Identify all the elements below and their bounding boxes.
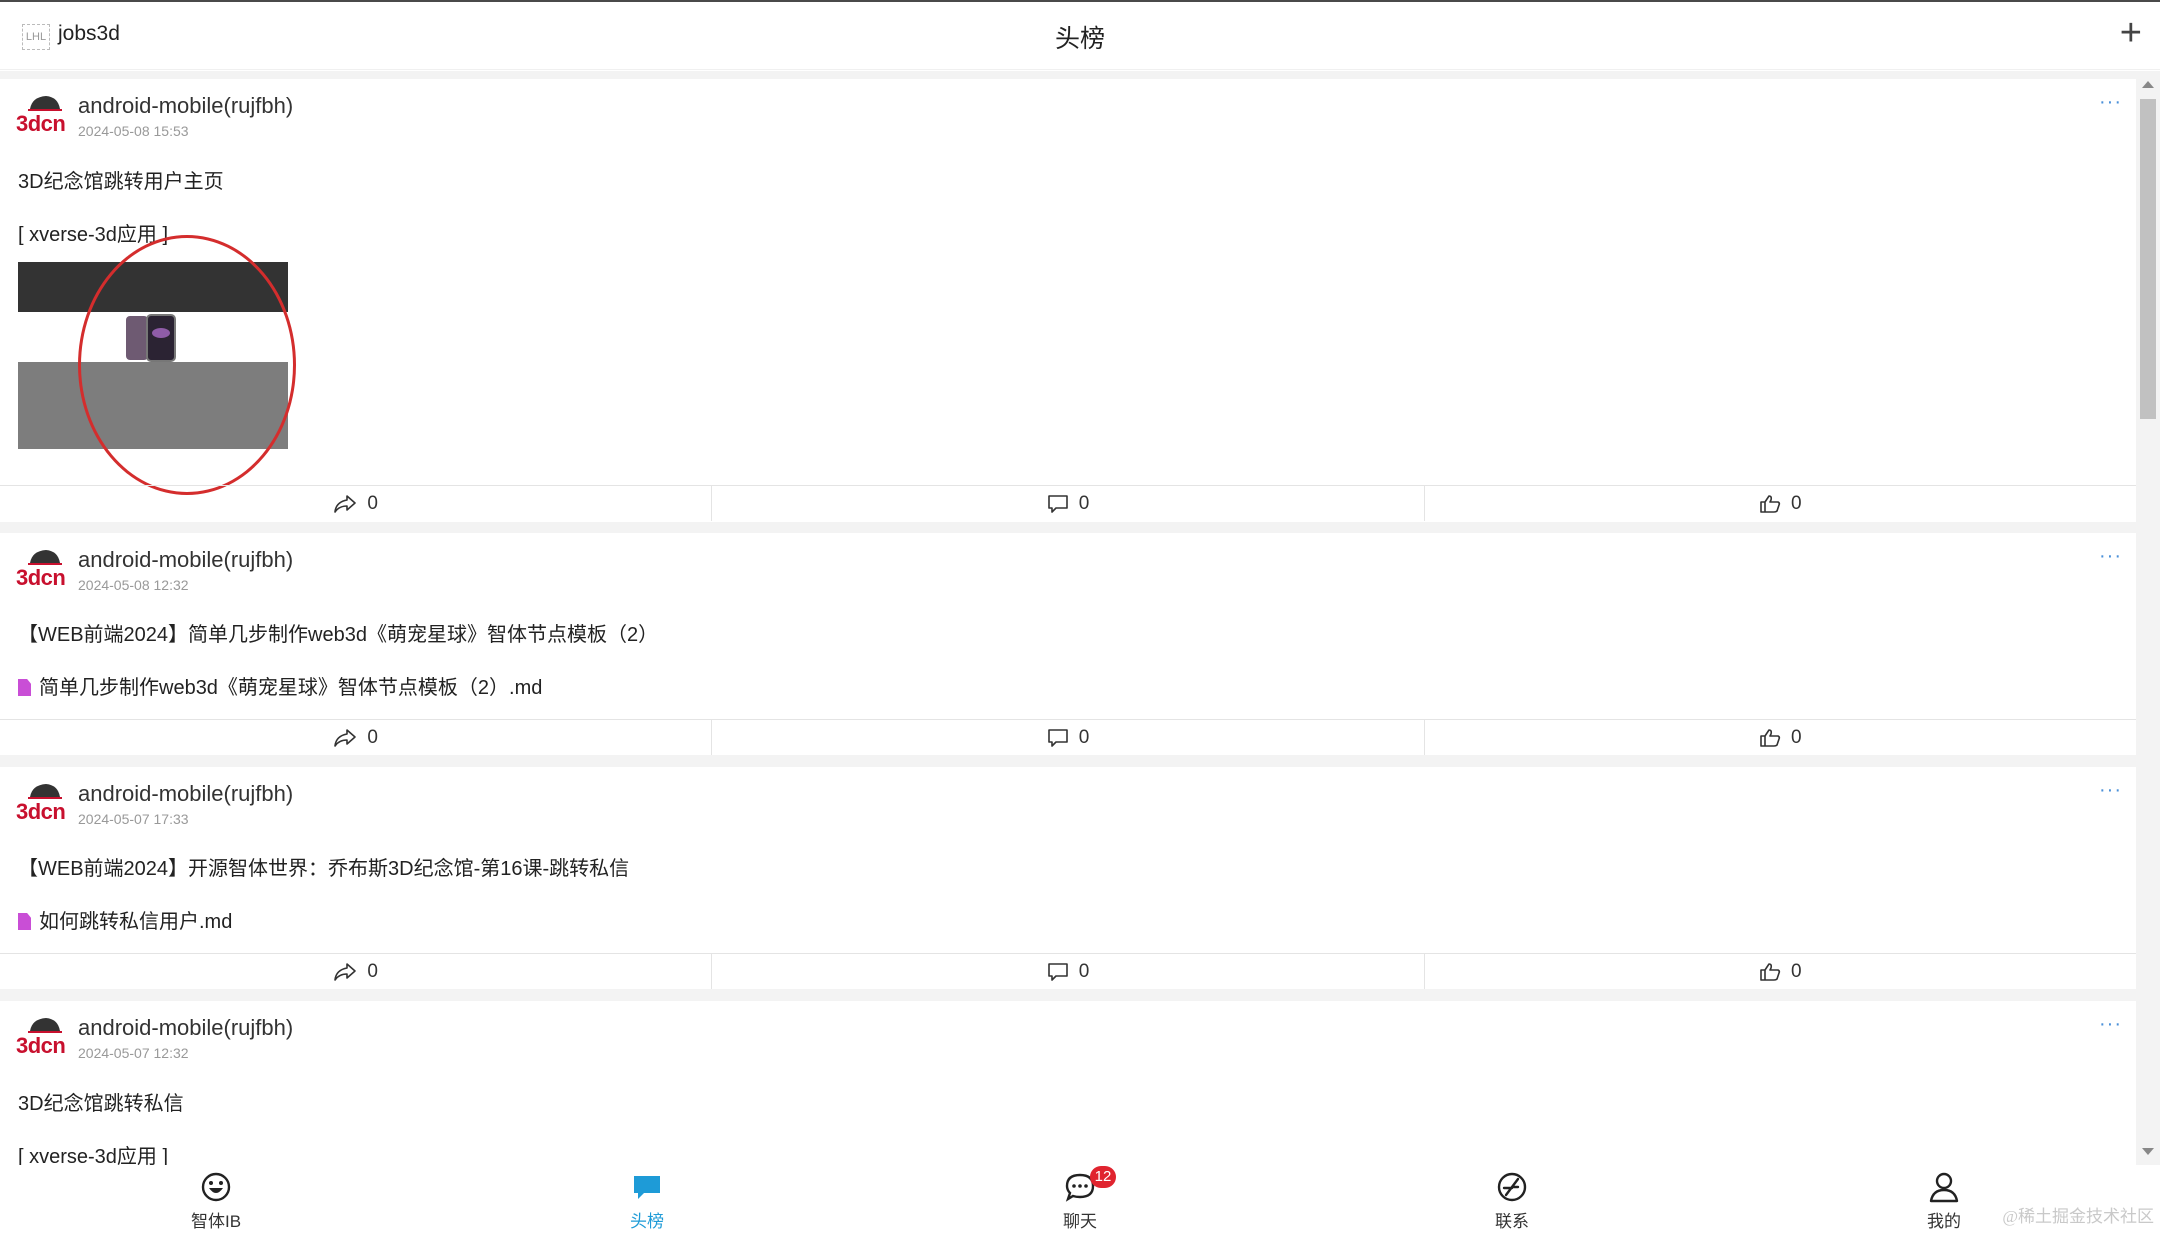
share-button[interactable]: 0 (0, 720, 711, 755)
thumbs-up-icon (1760, 494, 1781, 513)
more-options-button[interactable]: ··· (2099, 779, 2122, 802)
more-options-button[interactable]: ··· (2099, 545, 2122, 568)
tab-label: 头榜 (630, 1212, 664, 1231)
avatar-text: 3dcn (16, 111, 66, 136)
like-button[interactable]: 0 (1423, 954, 2136, 989)
attachment-name: 如何跳转私信用户.md (39, 911, 233, 933)
avatar[interactable]: 3dcn (16, 547, 66, 593)
share-icon (334, 494, 357, 513)
post-card: 3dcn android-mobile(rujfbh) 2024-05-07 1… (0, 1001, 2136, 1165)
avatar[interactable]: 3dcn (16, 1015, 66, 1061)
thumbs-up-icon (1760, 728, 1781, 747)
scrollbar-thumb[interactable] (2140, 99, 2156, 419)
tab-zhiti[interactable]: 智体IB (156, 1165, 276, 1239)
comment-button[interactable]: 0 (711, 720, 1423, 755)
attachment-name: 简单几步制作web3d《萌宠星球》智体节点模板（2）.md (39, 677, 543, 699)
more-options-button[interactable]: ··· (2099, 1013, 2122, 1036)
attachment-link[interactable]: 如何跳转私信用户.md (18, 905, 232, 934)
watermark: @稀土掘金技术社区 (2002, 1207, 2154, 1226)
comment-count: 0 (1078, 726, 1090, 748)
post-text: 【WEB前端2024】开源智体世界：乔布斯3D纪念馆-第16课-跳转私信 (18, 858, 630, 880)
post-username[interactable]: android-mobile(rujfbh) (78, 547, 293, 573)
post-actions: 0 0 0 (0, 953, 2136, 989)
like-count: 0 (1791, 726, 1802, 748)
post-card: 3dcn android-mobile(rujfbh) 2024-05-08 1… (0, 533, 2136, 755)
app-header: LHL jobs3d 头榜 + (0, 2, 2160, 70)
user-icon (1929, 1172, 1959, 1203)
bottom-tab-bar: 智体IB 头榜 12 聊天 联系 我的 @稀土掘金技术社区 (0, 1165, 2160, 1239)
comment-count: 0 (1078, 960, 1090, 982)
chat-bubble-icon (634, 1176, 660, 1199)
avatar-cap-icon (28, 96, 62, 111)
post-text: 3D纪念馆跳转用户主页 (18, 171, 224, 193)
post-timestamp: 2024-05-07 12:32 (78, 1045, 189, 1061)
page-title: 头榜 (1054, 25, 1105, 53)
tab-label: 联系 (1495, 1212, 1529, 1231)
app-link[interactable]: [ xverse-3d应用 ] (18, 1140, 168, 1165)
scroll-down-icon[interactable] (2142, 1148, 2154, 1155)
comment-button[interactable]: 0 (711, 486, 1423, 521)
thumbs-up-icon (1760, 962, 1781, 981)
avatar[interactable]: 3dcn (16, 93, 66, 139)
comment-count: 0 (1078, 492, 1090, 514)
post-username[interactable]: android-mobile(rujfbh) (78, 93, 293, 119)
post-timestamp: 2024-05-08 15:53 (78, 123, 189, 139)
file-icon (18, 913, 31, 930)
post-username[interactable]: android-mobile(rujfbh) (78, 1015, 293, 1041)
avatar-cap-icon (28, 550, 62, 565)
comment-button[interactable]: 0 (711, 954, 1423, 989)
more-options-button[interactable]: ··· (2099, 91, 2122, 114)
post-text: 3D纪念馆跳转私信 (18, 1093, 184, 1115)
compass-icon (1497, 1172, 1527, 1202)
add-button[interactable]: + (2120, 12, 2142, 55)
post-timestamp: 2024-05-07 17:33 (78, 811, 189, 827)
tab-me[interactable]: 我的 (1884, 1165, 2004, 1239)
tab-toubang[interactable]: 头榜 (587, 1165, 707, 1239)
avatar-cap-icon (28, 784, 62, 799)
post-username[interactable]: android-mobile(rujfbh) (78, 781, 293, 807)
file-icon (18, 679, 31, 696)
share-count: 0 (367, 960, 378, 982)
tab-chat[interactable]: 12 聊天 (1020, 1165, 1140, 1239)
avatar-text: 3dcn (16, 1033, 66, 1058)
share-icon (334, 728, 357, 747)
avatar-text: 3dcn (16, 565, 66, 590)
tab-label: 聊天 (1063, 1212, 1097, 1231)
share-icon (334, 962, 357, 981)
post-timestamp: 2024-05-08 12:32 (78, 577, 189, 593)
scroll-up-icon[interactable] (2142, 81, 2154, 88)
post-card: 3dcn android-mobile(rujfbh) 2024-05-08 1… (0, 79, 2136, 522)
post-actions: 0 0 0 (0, 485, 2136, 521)
share-button[interactable]: 0 (0, 486, 711, 521)
avatar[interactable]: 3dcn (16, 781, 66, 827)
share-count: 0 (367, 492, 378, 514)
share-button[interactable]: 0 (0, 954, 711, 989)
share-count: 0 (367, 726, 378, 748)
smiley-icon (201, 1172, 231, 1202)
like-count: 0 (1791, 492, 1802, 514)
post-actions: 0 0 0 (0, 719, 2136, 755)
feed-scrollbar[interactable] (2136, 71, 2160, 1165)
post-card: 3dcn android-mobile(rujfbh) 2024-05-07 1… (0, 767, 2136, 989)
tab-label: 智体IB (190, 1212, 242, 1231)
like-button[interactable]: 0 (1423, 486, 2136, 521)
attachment-link[interactable]: 简单几步制作web3d《萌宠星球》智体节点模板（2）.md (18, 671, 542, 700)
unread-badge: 12 (1090, 1166, 1116, 1188)
avatar-text: 3dcn (16, 799, 66, 824)
comment-icon (1047, 494, 1068, 513)
like-count: 0 (1791, 960, 1802, 982)
comment-icon (1047, 728, 1068, 747)
like-button[interactable]: 0 (1423, 720, 2136, 755)
app-link[interactable]: [ xverse-3d应用 ] (18, 218, 168, 247)
avatar-cap-icon (28, 1018, 62, 1033)
comment-icon (1047, 962, 1068, 981)
tab-label: 我的 (1927, 1212, 1961, 1231)
post-text: 【WEB前端2024】简单几步制作web3d《萌宠星球》智体节点模板（2） (18, 624, 659, 646)
tab-contacts[interactable]: 联系 (1452, 1165, 1572, 1239)
annotation-circle (78, 235, 296, 495)
feed-list[interactable]: 3dcn android-mobile(rujfbh) 2024-05-08 1… (0, 71, 2136, 1165)
